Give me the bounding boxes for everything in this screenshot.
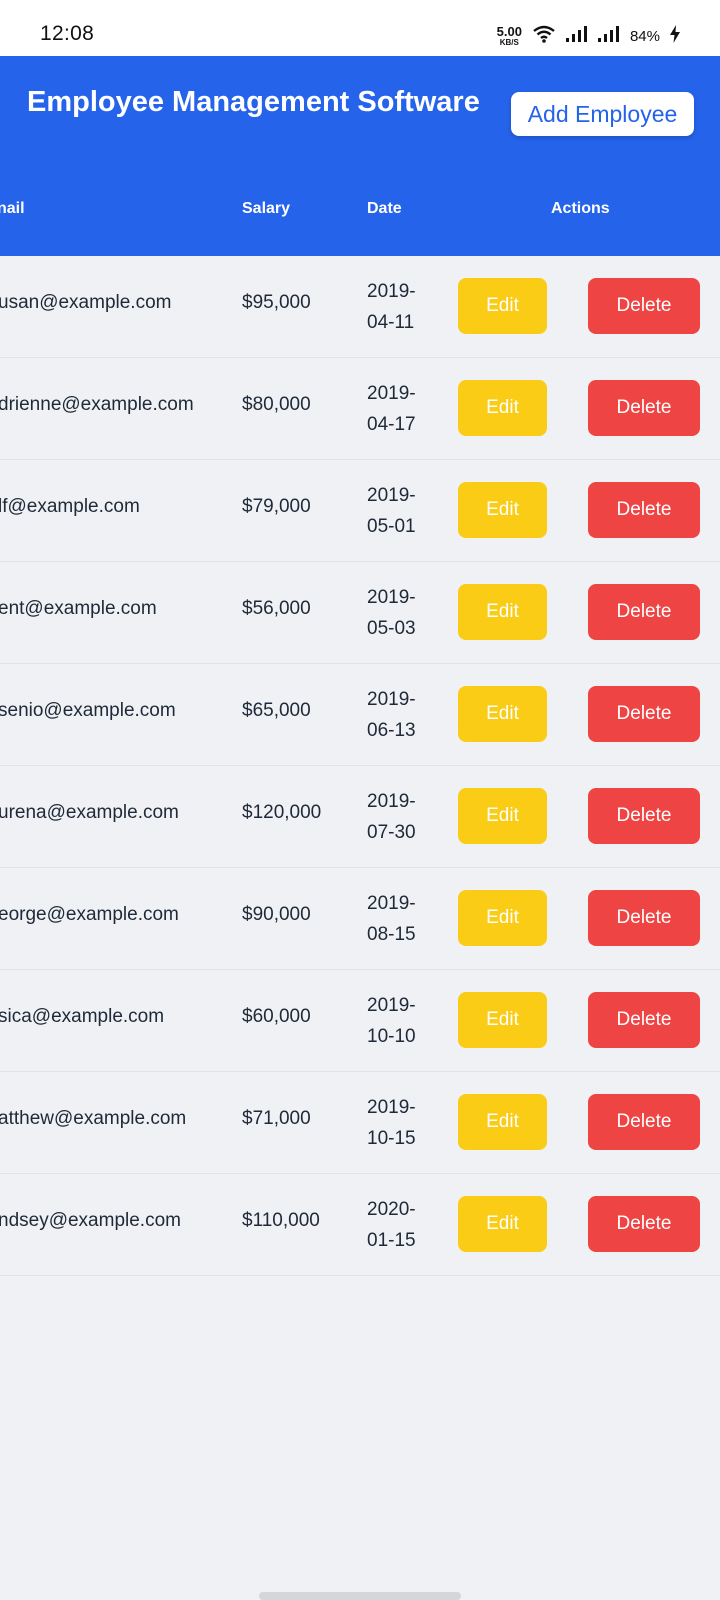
email-cell: urena@example.com bbox=[0, 802, 179, 823]
column-header-email: nail bbox=[0, 200, 25, 217]
delete-button[interactable]: Delete bbox=[588, 788, 700, 844]
delete-button[interactable]: Delete bbox=[588, 1196, 700, 1252]
email-cell: usan@example.com bbox=[0, 292, 172, 313]
table-row: lf@example.com $79,000 2019-05-01 Edit D… bbox=[0, 460, 720, 562]
salary-cell: $90,000 bbox=[242, 904, 311, 925]
date-cell: 2019-07-30 bbox=[367, 791, 416, 843]
edit-button[interactable]: Edit bbox=[458, 380, 547, 436]
date-cell: 2019-10-10 bbox=[367, 995, 416, 1047]
delete-button[interactable]: Delete bbox=[588, 380, 700, 436]
status-icons: 5.00 KB/S 84% bbox=[497, 22, 680, 50]
salary-cell: $79,000 bbox=[242, 496, 311, 517]
date-cell: 2019-05-03 bbox=[367, 587, 416, 639]
column-header-date: Date bbox=[367, 200, 402, 217]
status-time: 12:08 bbox=[40, 22, 95, 45]
edit-button[interactable]: Edit bbox=[458, 482, 547, 538]
home-indicator[interactable] bbox=[259, 1592, 461, 1600]
add-employee-button[interactable]: Add Employee bbox=[511, 92, 694, 136]
edit-button[interactable]: Edit bbox=[458, 992, 547, 1048]
salary-cell: $110,000 bbox=[242, 1210, 320, 1231]
date-cell: 2019-08-15 bbox=[367, 893, 416, 945]
date-cell: 2019-05-01 bbox=[367, 485, 416, 537]
table-row: drienne@example.com $80,000 2019-04-17 E… bbox=[0, 358, 720, 460]
table-row: sica@example.com $60,000 2019-10-10 Edit… bbox=[0, 970, 720, 1072]
delete-button[interactable]: Delete bbox=[588, 482, 700, 538]
salary-cell: $60,000 bbox=[242, 1006, 311, 1027]
salary-cell: $80,000 bbox=[242, 394, 311, 415]
edit-button[interactable]: Edit bbox=[458, 278, 547, 334]
salary-cell: $95,000 bbox=[242, 292, 311, 313]
cell-signal-icon bbox=[565, 25, 588, 47]
charging-bolt-icon bbox=[670, 24, 680, 48]
edit-button[interactable]: Edit bbox=[458, 890, 547, 946]
cell-signal-2-icon bbox=[597, 25, 620, 47]
net-speed-unit: KB/S bbox=[499, 38, 519, 47]
email-cell: sica@example.com bbox=[0, 1006, 165, 1027]
app-header: Employee Management Software Add Employe… bbox=[0, 56, 720, 256]
delete-button[interactable]: Delete bbox=[588, 1094, 700, 1150]
date-cell: 2019-04-17 bbox=[367, 383, 416, 435]
delete-button[interactable]: Delete bbox=[588, 584, 700, 640]
date-cell: 2019-06-13 bbox=[367, 689, 416, 741]
salary-cell: $71,000 bbox=[242, 1108, 311, 1129]
battery-level: 84% bbox=[629, 27, 660, 45]
column-header-salary: Salary bbox=[242, 200, 291, 217]
email-cell: senio@example.com bbox=[0, 700, 176, 721]
table-row: ndsey@example.com $110,000 2020-01-15 Ed… bbox=[0, 1174, 720, 1276]
salary-cell: $56,000 bbox=[242, 598, 311, 619]
date-cell: 2020-01-15 bbox=[367, 1199, 416, 1251]
email-cell: atthew@example.com bbox=[0, 1108, 187, 1129]
delete-button[interactable]: Delete bbox=[588, 686, 700, 742]
date-cell: 2019-04-11 bbox=[367, 281, 416, 333]
column-header-actions: Actions bbox=[551, 200, 610, 217]
email-cell: lf@example.com bbox=[0, 496, 140, 517]
delete-button[interactable]: Delete bbox=[588, 992, 700, 1048]
delete-button[interactable]: Delete bbox=[588, 890, 700, 946]
page-title: Employee Management Software bbox=[27, 86, 480, 118]
table-row: usan@example.com $95,000 2019-04-11 Edit… bbox=[0, 256, 720, 358]
table-row: atthew@example.com $71,000 2019-10-15 Ed… bbox=[0, 1072, 720, 1174]
edit-button[interactable]: Edit bbox=[458, 584, 547, 640]
wifi-icon bbox=[532, 25, 556, 48]
email-cell: drienne@example.com bbox=[0, 394, 194, 415]
edit-button[interactable]: Edit bbox=[458, 1196, 547, 1252]
table-row: urena@example.com $120,000 2019-07-30 Ed… bbox=[0, 766, 720, 868]
table-row: ent@example.com $56,000 2019-05-03 Edit … bbox=[0, 562, 720, 664]
table-row: eorge@example.com $90,000 2019-08-15 Edi… bbox=[0, 868, 720, 970]
status-bar: 12:08 5.00 KB/S 84% bbox=[0, 0, 720, 56]
salary-cell: $65,000 bbox=[242, 700, 311, 721]
net-speed: 5.00 KB/S bbox=[497, 25, 522, 47]
email-cell: ent@example.com bbox=[0, 598, 157, 619]
edit-button[interactable]: Edit bbox=[458, 1094, 547, 1150]
date-cell: 2019-10-15 bbox=[367, 1097, 416, 1149]
delete-button[interactable]: Delete bbox=[588, 278, 700, 334]
net-speed-value: 5.00 bbox=[496, 24, 522, 39]
email-cell: ndsey@example.com bbox=[0, 1210, 181, 1231]
edit-button[interactable]: Edit bbox=[458, 788, 547, 844]
salary-cell: $120,000 bbox=[242, 802, 322, 823]
edit-button[interactable]: Edit bbox=[458, 686, 547, 742]
email-cell: eorge@example.com bbox=[0, 904, 179, 925]
table-row: senio@example.com $65,000 2019-06-13 Edi… bbox=[0, 664, 720, 766]
employee-table: usan@example.com $95,000 2019-04-11 Edit… bbox=[0, 256, 720, 1276]
